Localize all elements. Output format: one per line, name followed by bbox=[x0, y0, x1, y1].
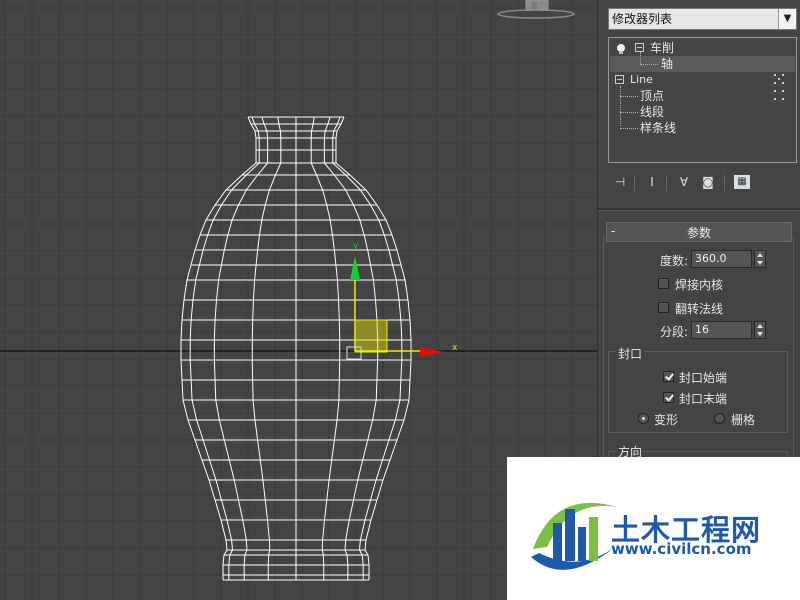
parameters-rollout-header[interactable]: - 参数 bbox=[606, 222, 792, 242]
morph-radio[interactable] bbox=[638, 413, 649, 424]
segments-label: 分段: bbox=[660, 325, 689, 339]
show-end-result-icon[interactable]: Ⅰ bbox=[644, 175, 660, 189]
morph-label: 变形 bbox=[654, 413, 679, 427]
stack-item-label: 样条线 bbox=[640, 121, 677, 135]
modifier-list-label: 修改器列表 bbox=[612, 12, 673, 26]
stack-item-vertex[interactable]: 顶点 bbox=[609, 88, 796, 104]
modifier-list-dropdown[interactable]: 修改器列表 ▼ bbox=[608, 8, 797, 30]
segments-spinner[interactable] bbox=[754, 321, 766, 339]
weld-core-checkbox[interactable] bbox=[658, 278, 669, 289]
stack-item-spline[interactable]: 样条线 bbox=[609, 120, 796, 136]
degrees-label: 度数: bbox=[660, 254, 689, 268]
stack-item-label: 顶点 bbox=[640, 89, 665, 103]
chevron-down-icon[interactable]: ▼ bbox=[778, 9, 796, 29]
vase-segment-line bbox=[310, 116, 341, 580]
collapse-box-icon[interactable] bbox=[635, 43, 644, 52]
weld-core-label: 焊接内核 bbox=[675, 278, 724, 292]
remove-modifier-icon[interactable]: ◙ bbox=[700, 175, 716, 189]
segments-input[interactable]: 16 bbox=[691, 321, 752, 339]
grid-label: 栅格 bbox=[731, 413, 756, 427]
pin-stack-icon[interactable]: ⊣ bbox=[612, 175, 628, 189]
viewcube[interactable]: 前 bbox=[497, 0, 575, 19]
modifier-stack[interactable]: 车削 轴 Line 顶点 线段 样条线 bbox=[608, 37, 797, 163]
cap-start-checkbox[interactable] bbox=[663, 371, 674, 382]
stack-item-label: 车削 bbox=[650, 41, 675, 55]
stack-item-segment[interactable]: 线段 bbox=[609, 104, 796, 120]
stack-item-lathe[interactable]: 车削 bbox=[609, 40, 796, 56]
degrees-input[interactable]: 360.0 bbox=[691, 250, 752, 268]
vase-segment-line bbox=[213, 116, 269, 580]
stack-item-label: Line bbox=[630, 73, 653, 86]
lightbulb-icon[interactable] bbox=[617, 44, 625, 54]
vase-segment-line bbox=[251, 116, 282, 580]
stack-item-axis[interactable]: 轴 bbox=[610, 52, 795, 72]
viewcube-face-label: 前 bbox=[531, 1, 538, 10]
subobject-dots-icon bbox=[774, 74, 786, 86]
collapse-box-icon[interactable] bbox=[615, 75, 624, 84]
modifier-stack-toolbar: ⊣ Ⅰ ∀ ◙ ▦ bbox=[608, 172, 797, 194]
stack-item-label: 线段 bbox=[640, 105, 665, 119]
subobject-dots-icon bbox=[774, 90, 786, 102]
gizmo-x-arrow-icon[interactable] bbox=[420, 347, 444, 357]
stack-item-line[interactable]: Line bbox=[609, 72, 796, 88]
degrees-spinner[interactable] bbox=[754, 250, 766, 268]
capping-group-label: 封口 bbox=[616, 345, 645, 362]
civilcn-logo-icon bbox=[531, 502, 617, 570]
cap-end-checkbox[interactable] bbox=[663, 392, 674, 403]
site-watermark: 土木工程网 www.civilcn.com bbox=[507, 457, 800, 600]
make-unique-icon[interactable]: ∀ bbox=[676, 175, 692, 189]
cap-end-label: 封口末端 bbox=[679, 392, 728, 406]
gizmo-y-arrow-icon[interactable] bbox=[350, 256, 360, 280]
flip-normals-checkbox[interactable] bbox=[658, 302, 669, 313]
grid-radio[interactable] bbox=[714, 413, 725, 424]
gizmo-y-label: y bbox=[353, 241, 359, 251]
vase-outline-left bbox=[180, 116, 257, 580]
stack-item-label: 轴 bbox=[661, 57, 674, 71]
watermark-url: www.civilcn.com bbox=[611, 540, 752, 558]
flip-normals-label: 翻转法线 bbox=[675, 302, 724, 316]
panel-divider bbox=[598, 208, 800, 211]
cap-start-label: 封口始端 bbox=[679, 371, 728, 385]
gizmo-x-label: x bbox=[452, 343, 458, 353]
configure-modifier-sets-icon[interactable]: ▦ bbox=[734, 175, 750, 189]
rollout-title: 参数 bbox=[686, 226, 711, 240]
